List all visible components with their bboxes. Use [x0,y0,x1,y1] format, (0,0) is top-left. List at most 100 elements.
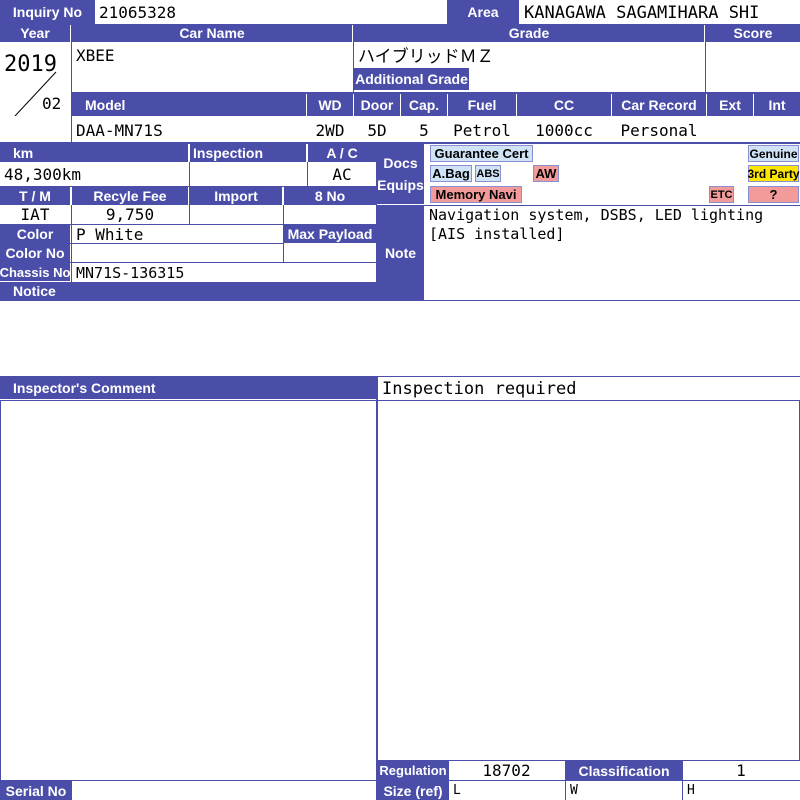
size-h-value: H [683,781,799,800]
color-label: Color [0,225,70,243]
inquiry-no-label: Inquiry No [0,0,95,24]
inspection-label: Inspection [190,144,306,162]
month-value: 02 [42,94,62,113]
inspection-value [190,162,306,186]
color-no-label: Color No [0,244,70,262]
abs-badge: ABS [475,165,501,182]
separator [0,186,376,187]
separator [0,300,800,301]
model-label: Model [72,94,306,116]
additional-grade-label: Additional Grade [354,68,469,90]
separator [682,761,683,800]
grade-label: Grade [354,24,704,42]
eight-no-label: 8 No [284,187,376,205]
car-name-label: Car Name [72,24,352,42]
separator [376,144,377,300]
aw-badge: AW [533,165,559,182]
notice-label: Notice [0,282,376,300]
score-label: Score [706,24,800,42]
max-payload-value [284,244,376,263]
classification-value: 1 [683,761,799,780]
size-w-value: W [566,781,682,800]
separator [0,243,284,244]
docs-label: Docs [383,155,418,171]
abag-badge: A.Bag [430,165,472,182]
note-line-1: Navigation system, DSBS, LED lighting [429,206,764,224]
separator [307,162,308,186]
separator [376,377,378,800]
km-value: 48,300km [0,162,188,186]
genuine-badge: Genuine [748,145,799,162]
etc-badge: ETC [709,186,734,203]
regulation-value: 18702 [449,761,564,780]
ext-value [707,118,753,142]
car-record-label: Car Record [612,94,706,116]
max-payload-label: Max Payload [284,225,376,243]
year-cell: 2019 02 [0,42,72,116]
eight-no-value [284,205,376,224]
door-value: 5D [354,118,400,142]
int-label: Int [754,94,800,116]
separator [71,205,72,282]
wd-label: WD [307,94,353,116]
recycle-fee-label: Recyle Fee [72,187,188,205]
fuel-label: Fuel [448,94,516,116]
separator [565,761,566,800]
cap-value: 5 [401,118,447,142]
separator [376,205,800,206]
size-ref-label: Size (ref) [378,781,448,800]
unknown-badge: ? [748,186,799,203]
separator [0,224,376,225]
car-name-value: XBEE [76,46,115,65]
fuel-value: Petrol [448,118,516,142]
ac-value: AC [308,162,376,186]
separator [0,24,800,25]
car-record-value: Personal [612,118,706,142]
cc-value: 1000cc [517,118,611,142]
chassis-no-value: MN71S-136315 [72,263,376,282]
import-label: Import [190,187,282,205]
score-value [706,42,800,92]
tm-label: T / M [0,187,70,205]
separator [0,400,800,401]
grade-value: ハイブリッドＭＺ [354,42,704,66]
door-label: Door [354,94,400,116]
ac-label: A / C [308,144,376,162]
chassis-no-label: Chassis No [0,263,71,281]
model-value: DAA-MN71S [72,118,306,142]
guarantee-cert-badge: Guarantee Cert [430,145,533,162]
separator [189,162,190,224]
ext-label: Ext [707,94,753,116]
km-label: km [0,144,188,162]
note-line-2: [AIS installed] [429,225,565,243]
tm-value: IAT [0,205,70,224]
inquiry-no-value: 21065328 [95,2,445,23]
separator [448,761,449,800]
note-area: Navigation system, DSBS, LED lighting [A… [425,206,800,300]
separator [0,376,800,377]
separator [705,24,706,94]
recycle-fee-value: 9,750 [72,205,188,224]
note-label: Note [377,206,424,300]
area-value: KANAGAWA SAGAMIHARA SHI [520,2,800,23]
additional-grade-value [470,68,704,90]
separator [283,205,284,262]
serial-no-value [73,781,376,800]
serial-no-label: Serial No [0,781,72,800]
separator [71,24,72,142]
int-value [754,118,800,142]
color-value: P White [72,225,282,244]
import-value [190,205,282,224]
color-no-value [72,244,282,263]
separator [72,92,800,94]
inspector-comment-value: Inspection required [378,378,800,400]
equips-label: Equips [377,177,424,193]
separator [0,262,376,263]
area-label: Area [447,0,519,24]
regulation-label: Regulation [378,761,448,780]
separator [353,24,354,94]
third-party-badge: 3rd Party [747,165,800,182]
inspector-comment-label: Inspector's Comment [0,377,376,399]
year-label: Year [0,24,70,42]
classification-label: Classification [566,761,682,780]
